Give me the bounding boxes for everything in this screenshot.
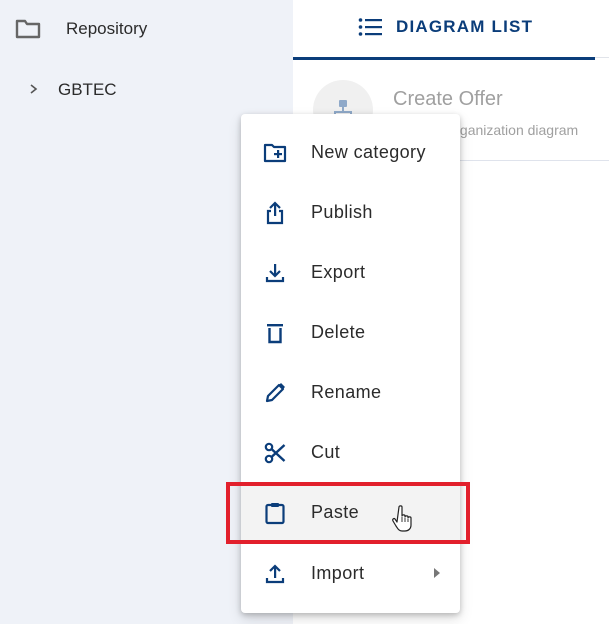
menu-label: Export bbox=[311, 262, 366, 282]
tree-item-label: GBTEC bbox=[58, 80, 117, 99]
menu-item-cut[interactable]: Cut bbox=[241, 423, 460, 483]
pencil-icon bbox=[265, 383, 285, 403]
menu-label: Publish bbox=[311, 202, 373, 222]
upload-icon bbox=[265, 564, 285, 584]
tab-label: DIAGRAM LIST bbox=[396, 17, 534, 36]
diagram-title: Create Offer bbox=[393, 88, 503, 110]
menu-label: Cut bbox=[311, 442, 341, 462]
menu-item-delete[interactable]: Delete bbox=[241, 303, 460, 363]
share-upload-icon bbox=[266, 201, 284, 225]
menu-item-export[interactable]: Export bbox=[241, 243, 460, 303]
trash-icon bbox=[267, 324, 283, 344]
tab-diagram-list[interactable]: DIAGRAM LIST bbox=[293, 0, 595, 60]
folder-plus-icon bbox=[263, 143, 287, 163]
menu-item-new-category[interactable]: New category bbox=[241, 123, 460, 183]
download-icon bbox=[265, 264, 285, 283]
menu-label: Rename bbox=[311, 382, 382, 402]
list-icon bbox=[358, 18, 382, 36]
menu-item-rename[interactable]: Rename bbox=[241, 363, 460, 423]
menu-item-import[interactable]: Import bbox=[241, 544, 460, 604]
hand-pointer-cursor-icon bbox=[392, 505, 412, 532]
repository-label: Repository bbox=[66, 19, 148, 38]
annotation-highlight-box bbox=[226, 482, 470, 544]
chevron-right-icon[interactable] bbox=[28, 81, 40, 97]
scissors-icon bbox=[264, 442, 286, 464]
menu-label: New category bbox=[311, 142, 426, 162]
submenu-arrow-icon bbox=[434, 568, 440, 578]
folder-outline-icon bbox=[15, 19, 41, 39]
menu-label: Import bbox=[311, 563, 365, 583]
menu-item-publish[interactable]: Publish bbox=[241, 183, 460, 243]
tree-item-gbtec[interactable]: GBTEC bbox=[0, 72, 293, 108]
menu-label: Delete bbox=[311, 322, 366, 342]
tab-divider bbox=[595, 57, 609, 58]
repository-root[interactable]: Repository bbox=[0, 0, 293, 58]
